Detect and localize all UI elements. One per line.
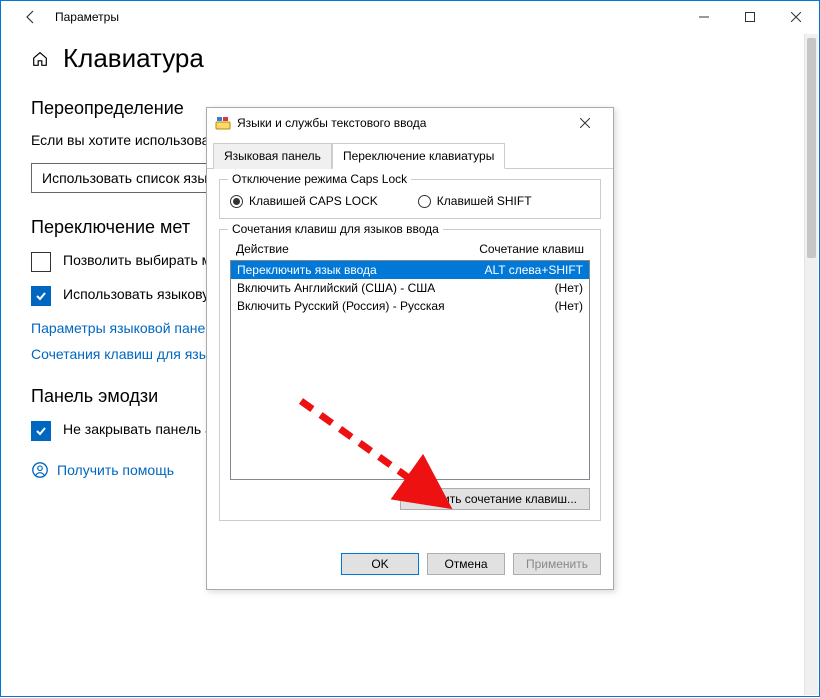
hotkeys-columns: Действие Сочетание клавиш <box>230 240 590 258</box>
radio-shift-key[interactable]: Клавишей SHIFT <box>418 194 532 208</box>
hotkey-row[interactable]: Включить Русский (Россия) - Русская (Нет… <box>231 297 589 315</box>
minimize-button[interactable] <box>681 1 727 33</box>
hotkey-action: Включить Английский (США) - США <box>237 281 435 295</box>
radio-label: Клавишей SHIFT <box>437 194 532 208</box>
dialog-titlebar[interactable]: Языки и службы текстового ввода <box>207 108 613 138</box>
tab-keyboard-switching[interactable]: Переключение клавиатуры <box>332 143 505 169</box>
hotkey-row[interactable]: Переключить язык ввода ALT слева+SHIFT <box>231 261 589 279</box>
window-controls <box>681 1 819 33</box>
help-link[interactable]: Получить помощь <box>57 462 174 478</box>
checkbox-unchecked-icon <box>31 252 51 272</box>
radio-unselected-icon <box>418 195 431 208</box>
page-header: Клавиатура <box>31 43 789 74</box>
hotkeys-col-combo: Сочетание клавиш <box>479 242 584 256</box>
hotkey-action: Включить Русский (Россия) - Русская <box>237 299 445 313</box>
scrollbar-thumb[interactable] <box>807 38 816 258</box>
settings-titlebar: Параметры <box>1 1 819 33</box>
arrow-left-icon <box>23 9 39 25</box>
dialog-close-button[interactable] <box>565 110 605 136</box>
hotkeys-legend: Сочетания клавиш для языков ввода <box>228 222 443 236</box>
text-services-dialog: Языки и службы текстового ввода Языковая… <box>206 107 614 590</box>
close-icon <box>791 12 801 22</box>
checkbox-checked-icon <box>31 421 51 441</box>
checkmark-icon <box>34 424 48 438</box>
hotkey-action: Переключить язык ввода <box>237 263 377 277</box>
apply-button[interactable]: Применить <box>513 553 601 575</box>
dialog-tabstrip: Языковая панель Переключение клавиатуры <box>207 138 613 169</box>
radio-selected-icon <box>230 195 243 208</box>
maximize-button[interactable] <box>727 1 773 33</box>
minimize-icon <box>699 12 709 22</box>
dialog-footer: OK Отмена Применить <box>207 543 613 589</box>
dropdown-selected-label: Использовать список язы <box>42 170 207 186</box>
window-scrollbar[interactable] <box>804 34 818 695</box>
capslock-legend: Отключение режима Caps Lock <box>228 172 411 186</box>
hotkeys-col-action: Действие <box>236 242 289 256</box>
checkmark-icon <box>34 289 48 303</box>
maximize-icon <box>745 12 755 22</box>
cancel-button[interactable]: Отмена <box>427 553 505 575</box>
radio-capslock-key[interactable]: Клавишей CAPS LOCK <box>230 194 378 208</box>
hotkey-row[interactable]: Включить Английский (США) - США (Нет) <box>231 279 589 297</box>
hotkey-combo: (Нет) <box>555 299 583 313</box>
ok-button[interactable]: OK <box>341 553 419 575</box>
close-icon <box>580 118 590 128</box>
hotkeys-list[interactable]: Переключить язык ввода ALT слева+SHIFT В… <box>230 260 590 480</box>
dialog-body: Отключение режима Caps Lock Клавишей CAP… <box>207 169 613 543</box>
tab-language-bar[interactable]: Языковая панель <box>213 143 332 169</box>
change-hotkey-button[interactable]: Сменить сочетание клавиш... <box>400 488 590 510</box>
hotkey-combo: (Нет) <box>555 281 583 295</box>
window-title: Параметры <box>55 10 119 24</box>
hotkey-combo: ALT слева+SHIFT <box>485 263 584 277</box>
radio-label: Клавишей CAPS LOCK <box>249 194 378 208</box>
dialog-title: Языки и службы текстового ввода <box>237 116 426 130</box>
hotkeys-groupbox: Сочетания клавиш для языков ввода Действ… <box>219 229 601 521</box>
back-button[interactable] <box>11 1 51 33</box>
keyboard-locale-icon <box>215 115 231 131</box>
help-icon <box>31 461 49 479</box>
close-button[interactable] <box>773 1 819 33</box>
home-icon[interactable] <box>31 50 49 68</box>
checkbox-checked-icon <box>31 286 51 306</box>
page-title: Клавиатура <box>63 43 204 74</box>
capslock-groupbox: Отключение режима Caps Lock Клавишей CAP… <box>219 179 601 219</box>
